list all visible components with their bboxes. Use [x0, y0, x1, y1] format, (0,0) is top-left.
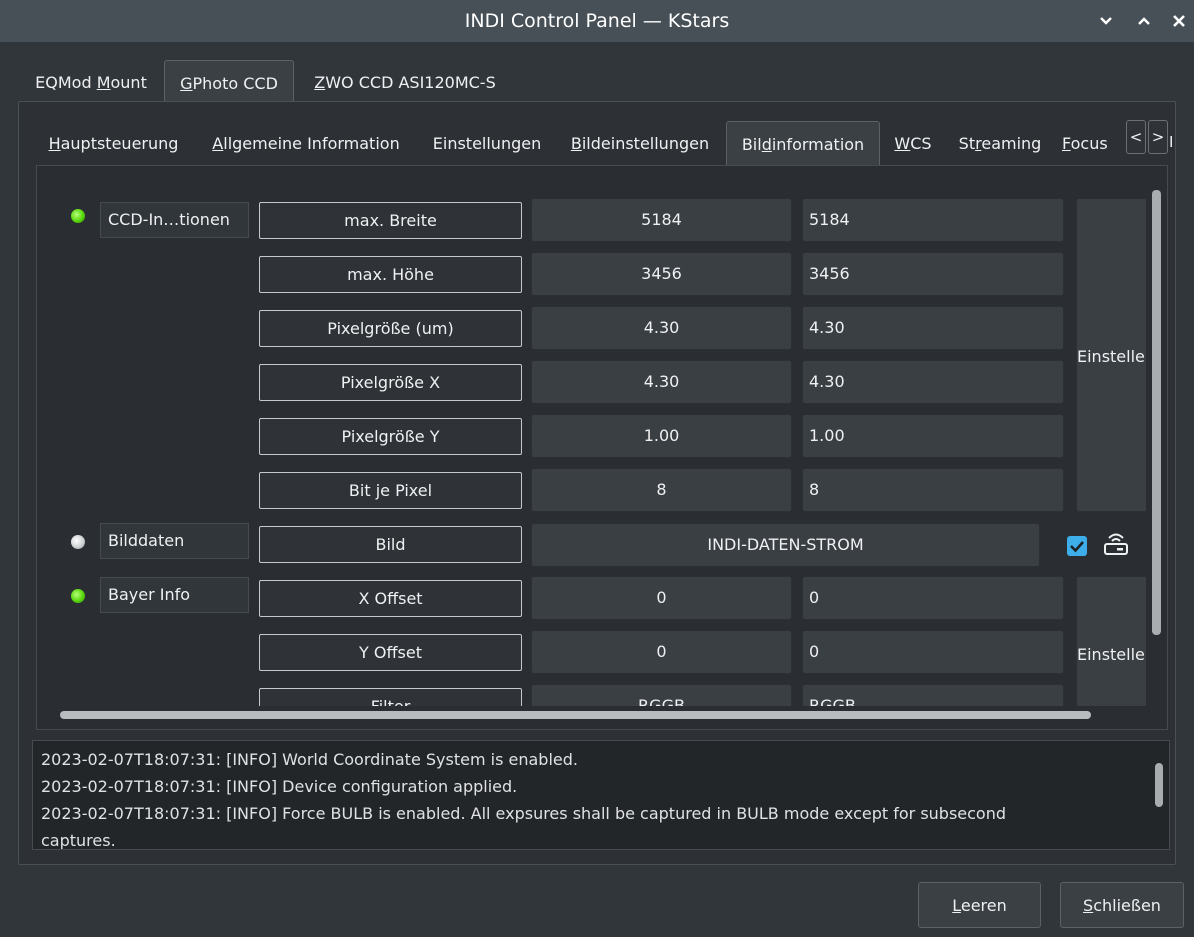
close-icon — [1173, 15, 1185, 27]
ccd-pixel-size-input[interactable]: 4.30 — [802, 306, 1064, 350]
log-line: 2023-02-07T18:07:31: [INFO] Force BULB i… — [41, 804, 1007, 823]
horizontal-scrollbar[interactable] — [60, 711, 1091, 719]
chevron-up-icon — [1138, 17, 1150, 25]
bayer-x-offset-input[interactable]: 0 — [802, 576, 1064, 620]
bayer-y-offset-value: 0 — [531, 630, 792, 674]
ccd-pixel-size-y-value: 1.00 — [531, 414, 792, 458]
ccd-pixel-size-x-value: 4.30 — [531, 360, 792, 404]
ccd-pixel-size-y-name: Pixelgröße Y — [259, 418, 522, 455]
bayer-filter-value: RGGB — [531, 684, 792, 706]
ccd-pixel-size-x-name: Pixelgröße X — [259, 364, 522, 401]
log-line: 2023-02-07T18:07:31: [INFO] World Coordi… — [41, 750, 578, 769]
window-title: INDI Control Panel — KStars — [464, 10, 730, 32]
log-scrollbar[interactable] — [1155, 763, 1163, 807]
bayer-set-button[interactable]: Einstellen — [1076, 576, 1146, 706]
ccd-max-width-value: 5184 — [531, 198, 792, 242]
bayer-x-offset-value: 0 — [531, 576, 792, 620]
bayer-x-offset-name: X Offset — [259, 580, 522, 617]
tab-gphoto-ccd[interactable]: GPhoto CCD — [164, 60, 294, 102]
ccd-max-height-value: 3456 — [531, 252, 792, 296]
blob-name: Bild — [259, 526, 522, 563]
tab-bildinformation[interactable]: Bildinformation — [726, 121, 880, 165]
checkmark-icon — [1070, 541, 1084, 553]
vertical-scrollbar[interactable] — [1152, 190, 1161, 635]
tab-eqmod-mount[interactable]: EQMod Mount — [20, 60, 162, 102]
tab-overflow-indicator: I — [1169, 133, 1174, 151]
bayer-status-led — [71, 589, 85, 603]
tab-einstellungen[interactable]: Einstellungen — [422, 121, 552, 165]
bayer-y-offset-name: Y Offset — [259, 634, 522, 671]
bayer-filter-input[interactable]: RGGB — [802, 684, 1064, 706]
log-line: captures. — [41, 831, 116, 850]
tab-hauptsteuerung[interactable]: Hauptsteuerung — [36, 121, 191, 165]
tab-scroll-right-button[interactable]: > — [1148, 120, 1168, 154]
ccd-bits-per-pixel-input[interactable]: 8 — [802, 468, 1064, 512]
tab-bildeinstellungen[interactable]: Bildeinstellungen — [557, 121, 723, 165]
ccd-set-button[interactable]: Einstellen — [1076, 198, 1146, 512]
ccd-group-label: CCD-In…tionen — [100, 202, 249, 238]
tab-scroll-left-button[interactable]: < — [1126, 120, 1146, 154]
blob-group-label: Bilddaten — [100, 523, 249, 559]
ccd-max-height-name: max. Höhe — [259, 256, 522, 293]
blob-status-led — [71, 535, 85, 549]
log-area[interactable]: 2023-02-07T18:07:31: [INFO] World Coordi… — [32, 740, 1170, 850]
ccd-max-width-input[interactable]: 5184 — [802, 198, 1064, 242]
ccd-max-height-input[interactable]: 3456 — [802, 252, 1064, 296]
tab-streaming[interactable]: Streaming — [948, 121, 1052, 165]
ccd-pixel-size-name: Pixelgröße (um) — [259, 310, 522, 347]
bayer-filter-name: Filter — [259, 688, 522, 706]
maximize-button[interactable] — [1131, 8, 1157, 34]
clear-button[interactable]: Leeren — [918, 882, 1041, 928]
blob-enable-checkbox[interactable] — [1067, 536, 1087, 556]
ccd-pixel-size-x-input[interactable]: 4.30 — [802, 360, 1064, 404]
close-button[interactable]: Schließen — [1060, 882, 1184, 928]
ccd-bits-per-pixel-value: 8 — [531, 468, 792, 512]
ccd-status-led — [71, 209, 85, 223]
ccd-max-width-name: max. Breite — [259, 202, 522, 239]
tab-zwo-ccd[interactable]: ZWO CCD ASI120MC-S — [298, 60, 512, 102]
blob-stream-value: INDI-DATEN-STROM — [531, 523, 1040, 567]
property-viewport: CCD-In…tionen max. Breite 5184 5184 max.… — [37, 166, 1146, 706]
chevron-down-icon — [1100, 17, 1112, 25]
bayer-y-offset-input[interactable]: 0 — [802, 630, 1064, 674]
tab-focus[interactable]: Focus — [1062, 121, 1126, 165]
log-line: 2023-02-07T18:07:31: [INFO] Device confi… — [41, 777, 518, 796]
ccd-bits-per-pixel-name: Bit je Pixel — [259, 472, 522, 509]
minimize-button[interactable] — [1093, 8, 1119, 34]
blob-save-button[interactable] — [1100, 530, 1132, 558]
tab-wcs[interactable]: WCS — [884, 121, 942, 165]
network-storage-icon — [1104, 533, 1128, 555]
ccd-pixel-size-y-input[interactable]: 1.00 — [802, 414, 1064, 458]
close-window-button[interactable] — [1166, 8, 1192, 34]
ccd-pixel-size-value: 4.30 — [531, 306, 792, 350]
tab-allgemeine-information[interactable]: Allgemeine Information — [196, 121, 416, 165]
bayer-group-label: Bayer Info — [100, 577, 249, 613]
